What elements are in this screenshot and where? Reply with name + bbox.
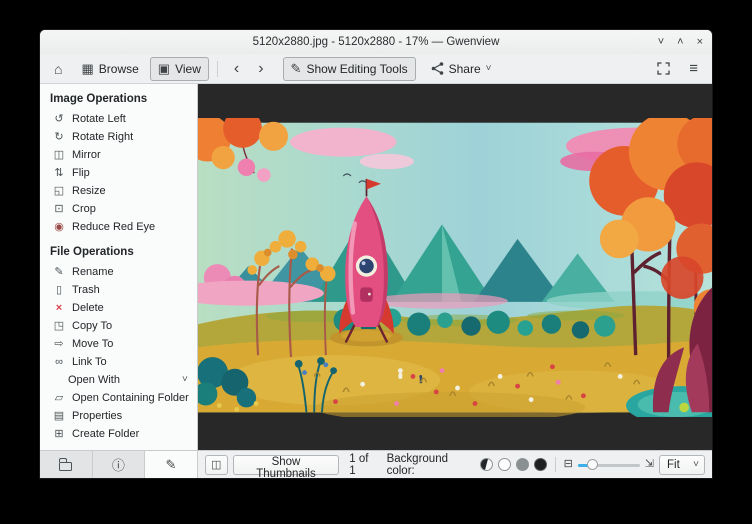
info-icon: ⓘ [111,458,125,473]
window-title: 5120x2880.jpg - 5120x2880 - 17% — Gwenvi… [252,36,500,48]
share-label: Share [448,61,481,76]
hamburger-menu-icon: ≡ [689,60,698,77]
edit-pencil-icon: ✎ [290,61,302,76]
sidebar-item-create-folder[interactable]: ⊞ Create Folder [40,425,197,443]
minimize-button[interactable]: ˅ [658,36,664,48]
zoom-mode-select[interactable]: Fit ˅ [659,454,706,475]
resize-icon: ◱ [53,184,65,197]
sidebar-item-delete[interactable]: × Delete [40,299,197,317]
folder-open-icon: ▱ [54,391,64,404]
titlebar[interactable]: 5120x2880.jpg - 5120x2880 - 17% — Gwenvi… [40,30,712,54]
sidebar-item-move-to[interactable]: ⇨ Move To [40,335,197,353]
sidebar-item-flip[interactable]: ⇅ Flip [40,164,197,182]
browse-icon: ▦ [81,61,94,76]
menu-button[interactable]: ≡ [681,57,706,81]
thumbnail-bar-toggle[interactable]: ◫ [204,454,228,475]
image-operations-header: Image Operations [50,93,148,105]
browse-mode-button[interactable]: ▦ Browse [73,57,146,81]
main-area: Image Operations ↺ Rotate Left ↻ Rotate … [40,84,712,480]
properties-icon: ▤ [53,409,65,422]
statusbar-separator [554,457,556,472]
sidebar-content: Image Operations ↺ Rotate Left ↻ Rotate … [40,84,197,450]
rename-icon: ✎ [54,265,64,278]
rotate-right-icon: ↻ [54,130,64,143]
file-operations-header: File Operations [50,246,134,258]
sidebar-item-properties[interactable]: ▤ Properties [40,407,197,425]
share-nodes-icon [431,62,443,75]
flip-icon: ⇅ [54,166,64,179]
chevron-down-icon: ˅ [181,374,188,385]
folder-icon [58,458,73,471]
fit-fullscreen-button[interactable] [649,57,678,81]
sidebar-item-resize[interactable]: ◱ Resize [40,182,197,200]
sidebar-item-open-with[interactable]: Open With ˅ [40,371,197,389]
forward-button[interactable]: › [250,57,271,81]
viewer-column: ◫ Show Thumbnails 1 of 1 Background colo… [197,84,712,480]
view-label: View [175,61,201,76]
home-icon: ⌂ [54,60,63,77]
fit-fullscreen-icon [657,62,670,75]
zoom-slider[interactable] [577,458,640,472]
zoom-fit-icon[interactable]: ⇲ [645,459,654,470]
link-icon: ∞ [55,355,63,368]
main-toolbar: ⌂ ▦ Browse ▣ View ‹ › ✎ Show Editing Too… [40,54,712,84]
tab-operations[interactable]: ✎ [145,451,197,478]
delete-icon: × [55,301,63,314]
show-editing-tools-button[interactable]: ✎ Show Editing Tools [282,56,416,81]
tools-sidebar: Image Operations ↺ Rotate Left ↻ Rotate … [40,84,198,478]
bg-color-black-swatch[interactable] [533,458,547,471]
toolbar-separator [216,60,218,77]
chevron-down-icon: ˅ [693,458,700,470]
new-folder-icon: ⊞ [54,427,64,440]
crop-icon: ⊡ [54,202,64,215]
sidebar-item-rotate-left[interactable]: ↺ Rotate Left [40,110,197,128]
view-icon: ▣ [157,61,171,76]
zoom-out-icon[interactable]: ⊟ [564,459,573,470]
statusbar: ◫ Show Thumbnails 1 of 1 Background colo… [197,450,712,480]
back-button[interactable]: ‹ [226,57,247,81]
editing-tools-label: Show Editing Tools [306,61,408,76]
mirror-icon: ◫ [53,148,65,161]
sidebar-item-copy-to[interactable]: ◳ Copy To [40,317,197,335]
browse-label: Browse [98,61,139,76]
trash-icon: ▯ [55,283,63,296]
bg-color-auto-swatch[interactable] [479,458,493,471]
thumbnail-bar-icon: ◫ [211,459,222,471]
sidebar-item-trash[interactable]: ▯ Trash [40,281,197,299]
sidebar-item-open-containing-folder[interactable]: ▱ Open Containing Folder [40,389,197,407]
move-icon: ⇨ [54,337,64,350]
sidebar-item-link-to[interactable]: ∞ Link To [40,353,197,371]
sidebar-item-mirror[interactable]: ◫ Mirror [40,146,197,164]
back-icon: ‹ [233,59,240,77]
close-button[interactable]: × [697,36,703,48]
rotate-left-icon: ↺ [54,112,64,125]
sidebar-tab-bar: ⓘ ✎ [40,450,197,478]
show-thumbnails-button[interactable]: Show Thumbnails [232,454,340,480]
edit-pencil-icon: ✎ [165,456,177,472]
gwenview-window: 5120x2880.jpg - 5120x2880 - 17% — Gwenvi… [40,30,712,480]
image-counter: 1 of 1 [349,452,369,477]
red-eye-icon: ◉ [54,220,64,233]
maximize-button[interactable]: ˄ [677,36,683,48]
background-color-label: Background color: [386,452,448,477]
zoom-slider-handle[interactable] [586,458,598,470]
sidebar-item-crop[interactable]: ⊡ Crop [40,200,197,218]
window-controls: ˅ ˄ × [658,30,703,54]
sidebar-item-rotate-right[interactable]: ↻ Rotate Right [40,128,197,146]
sidebar-item-reduce-red-eye[interactable]: ◉ Reduce Red Eye [40,218,197,236]
zoom-mode-value: Fit [667,458,680,471]
image-canvas [197,117,712,417]
forward-icon: › [258,59,264,77]
image-viewport[interactable] [197,84,712,450]
chevron-down-icon: ˅ [485,62,492,74]
sidebar-item-rename[interactable]: ✎ Rename [40,263,197,281]
tab-information[interactable]: ⓘ [92,451,146,478]
view-mode-button[interactable]: ▣ View [149,56,209,81]
home-button[interactable]: ⌂ [46,57,70,81]
bg-color-white-swatch[interactable] [497,458,511,471]
bg-color-gray-swatch[interactable] [515,458,529,471]
share-button[interactable]: Share ˅ [423,57,500,81]
tab-folders[interactable] [40,451,93,478]
copy-icon: ◳ [53,319,65,332]
